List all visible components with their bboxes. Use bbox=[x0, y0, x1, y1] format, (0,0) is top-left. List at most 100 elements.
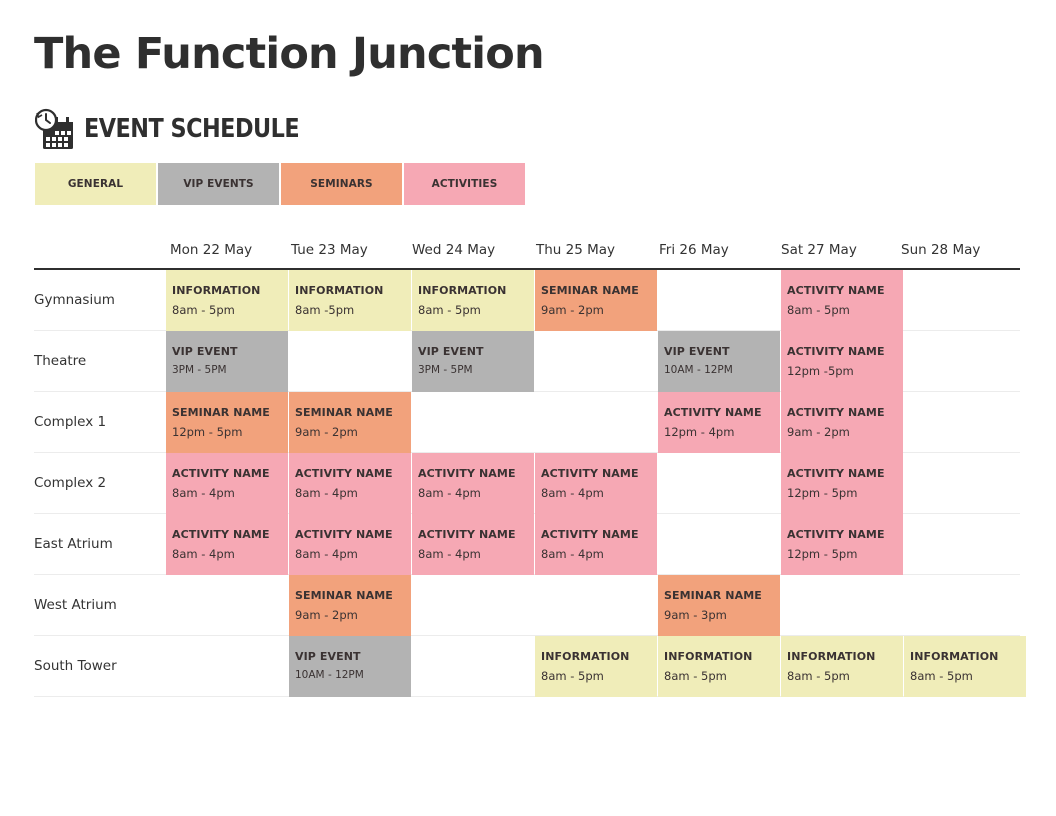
event-time: 9am - 3pm bbox=[664, 608, 727, 622]
event-name: SEMINAR NAME bbox=[295, 406, 393, 419]
schedule-table: Mon 22 May Tue 23 May Wed 24 May Thu 25 May… bbox=[34, 230, 1026, 697]
event-time: 8am - 5pm bbox=[910, 669, 973, 683]
event-time: 9am - 2pm bbox=[295, 425, 358, 439]
event-name: SEMINAR NAME bbox=[664, 589, 762, 602]
event-cell-activity[interactable]: ACTIVITY NAME 9am - 2pm bbox=[781, 392, 903, 453]
event-name: VIP EVENT bbox=[418, 345, 484, 358]
event-cell-vip[interactable]: VIP EVENT 3PM - 5PM bbox=[166, 331, 288, 392]
event-time: 8am - 4pm bbox=[418, 547, 481, 561]
event-time: 8am - 4pm bbox=[541, 547, 604, 561]
event-time: 12pm - 5pm bbox=[172, 425, 243, 439]
event-time: 12pm - 4pm bbox=[664, 425, 735, 439]
event-cell-activity[interactable]: ACTIVITY NAME 8am - 4pm bbox=[535, 453, 657, 514]
event-name: ACTIVITY NAME bbox=[787, 528, 885, 541]
event-name: INFORMATION bbox=[541, 650, 630, 663]
event-cell-general[interactable]: INFORMATION 8am - 5pm bbox=[412, 270, 534, 331]
event-time: 8am - 5pm bbox=[787, 303, 850, 317]
schedule-body: Gymnasium INFORMATION 8am - 5pm INFORMATION… bbox=[34, 270, 1026, 697]
schedule-row: South Tower VIP EVENT 10AM - 12PM INFORMATI… bbox=[34, 636, 1026, 697]
day-header: Sun 28 May bbox=[901, 242, 981, 258]
event-name: ACTIVITY NAME bbox=[418, 528, 516, 541]
event-name: SEMINAR NAME bbox=[295, 589, 393, 602]
event-name: SEMINAR NAME bbox=[172, 406, 270, 419]
event-cell-activity[interactable]: ACTIVITY NAME 8am - 5pm bbox=[781, 270, 903, 331]
event-name: ACTIVITY NAME bbox=[787, 406, 885, 419]
event-time: 8am - 5pm bbox=[664, 669, 727, 683]
event-time: 8am - 4pm bbox=[295, 547, 358, 561]
event-cell-vip[interactable]: VIP EVENT 10AM - 12PM bbox=[658, 331, 780, 392]
event-cell-activity[interactable]: ACTIVITY NAME 8am - 4pm bbox=[412, 514, 534, 575]
legend-chip-vip: VIP EVENTS bbox=[158, 163, 279, 205]
event-time: 9am - 2pm bbox=[541, 303, 604, 317]
event-name: INFORMATION bbox=[295, 284, 384, 297]
event-cell-general[interactable]: INFORMATION 8am - 5pm bbox=[535, 636, 657, 697]
venue-label: Theatre bbox=[34, 353, 87, 369]
event-time: 8am - 5pm bbox=[172, 303, 235, 317]
event-cell-activity[interactable]: ACTIVITY NAME 12pm - 5pm bbox=[781, 453, 903, 514]
venue-label: South Tower bbox=[34, 658, 117, 674]
schedule-row: Gymnasium INFORMATION 8am - 5pm INFORMATION… bbox=[34, 270, 1020, 331]
event-name: ACTIVITY NAME bbox=[418, 467, 516, 480]
schedule-header-row: Mon 22 May Tue 23 May Wed 24 May Thu 25 May… bbox=[34, 230, 1020, 270]
schedule-row: West Atrium SEMINAR NAME 9am - 2pm SEMINAR … bbox=[34, 575, 1020, 636]
event-name: ACTIVITY NAME bbox=[787, 345, 885, 358]
schedule-row: Complex 1 SEMINAR NAME 12pm - 5pm SEMINAR N… bbox=[34, 392, 1020, 453]
event-time: 10AM - 12PM bbox=[664, 364, 733, 376]
event-time: 8am - 4pm bbox=[172, 547, 235, 561]
event-name: ACTIVITY NAME bbox=[541, 467, 639, 480]
event-name: VIP EVENT bbox=[664, 345, 730, 358]
event-cell-general[interactable]: INFORMATION 8am - 5pm bbox=[658, 636, 780, 697]
venue-label: East Atrium bbox=[34, 536, 113, 552]
event-cell-general[interactable]: INFORMATION 8am - 5pm bbox=[904, 636, 1026, 697]
event-cell-seminar[interactable]: SEMINAR NAME 9am - 3pm bbox=[658, 575, 780, 636]
event-cell-vip[interactable]: VIP EVENT 10AM - 12PM bbox=[289, 636, 411, 697]
event-time: 8am - 5pm bbox=[418, 303, 481, 317]
venue-label: West Atrium bbox=[34, 597, 117, 613]
event-cell-activity[interactable]: ACTIVITY NAME 12pm - 5pm bbox=[781, 514, 903, 575]
event-name: VIP EVENT bbox=[172, 345, 238, 358]
event-cell-general[interactable]: INFORMATION 8am - 5pm bbox=[781, 636, 903, 697]
day-header: Tue 23 May bbox=[291, 242, 368, 258]
event-cell-general[interactable]: INFORMATION 8am -5pm bbox=[289, 270, 411, 331]
event-cell-general[interactable]: INFORMATION 8am - 5pm bbox=[166, 270, 288, 331]
day-header: Sat 27 May bbox=[781, 242, 857, 258]
event-time: 8am - 5pm bbox=[541, 669, 604, 683]
event-time: 10AM - 12PM bbox=[295, 669, 364, 681]
day-header: Fri 26 May bbox=[659, 242, 729, 258]
event-cell-seminar[interactable]: SEMINAR NAME 9am - 2pm bbox=[289, 392, 411, 453]
event-cell-vip[interactable]: VIP EVENT 3PM - 5PM bbox=[412, 331, 534, 392]
event-time: 9am - 2pm bbox=[787, 425, 850, 439]
day-header: Mon 22 May bbox=[170, 242, 253, 258]
event-cell-activity[interactable]: ACTIVITY NAME 8am - 4pm bbox=[289, 514, 411, 575]
event-cell-seminar[interactable]: SEMINAR NAME 9am - 2pm bbox=[535, 270, 657, 331]
event-cell-activity[interactable]: ACTIVITY NAME 12pm - 4pm bbox=[658, 392, 780, 453]
event-cell-activity[interactable]: ACTIVITY NAME 8am - 4pm bbox=[412, 453, 534, 514]
event-cell-seminar[interactable]: SEMINAR NAME 12pm - 5pm bbox=[166, 392, 288, 453]
event-cell-seminar[interactable]: SEMINAR NAME 9am - 2pm bbox=[289, 575, 411, 636]
section-title: EVENT SCHEDULE bbox=[84, 114, 300, 144]
event-time: 8am -5pm bbox=[295, 303, 355, 317]
event-cell-activity[interactable]: ACTIVITY NAME 8am - 4pm bbox=[166, 453, 288, 514]
event-time: 12pm - 5pm bbox=[787, 486, 858, 500]
calendar-clock-icon bbox=[34, 108, 75, 150]
event-name: ACTIVITY NAME bbox=[541, 528, 639, 541]
event-time: 3PM - 5PM bbox=[418, 364, 473, 376]
section-header: EVENT SCHEDULE bbox=[34, 108, 334, 150]
event-time: 12pm - 5pm bbox=[787, 547, 858, 561]
event-time: 12pm -5pm bbox=[787, 364, 854, 378]
event-name: INFORMATION bbox=[910, 650, 999, 663]
event-time: 8am - 4pm bbox=[418, 486, 481, 500]
event-time: 9am - 2pm bbox=[295, 608, 358, 622]
schedule-row: Theatre VIP EVENT 3PM - 5PM VIP EVENT 3PM - … bbox=[34, 331, 1020, 392]
event-cell-activity[interactable]: ACTIVITY NAME 8am - 4pm bbox=[166, 514, 288, 575]
event-cell-activity[interactable]: ACTIVITY NAME 8am - 4pm bbox=[535, 514, 657, 575]
legend-chip-general: GENERAL bbox=[35, 163, 156, 205]
legend-chip-seminar: SEMINARS bbox=[281, 163, 402, 205]
event-name: ACTIVITY NAME bbox=[787, 284, 885, 297]
event-name: SEMINAR NAME bbox=[541, 284, 639, 297]
event-time: 8am - 5pm bbox=[787, 669, 850, 683]
event-name: ACTIVITY NAME bbox=[172, 528, 270, 541]
event-cell-activity[interactable]: ACTIVITY NAME 12pm -5pm bbox=[781, 331, 903, 392]
event-cell-activity[interactable]: ACTIVITY NAME 8am - 4pm bbox=[289, 453, 411, 514]
venue-label: Gymnasium bbox=[34, 292, 115, 308]
